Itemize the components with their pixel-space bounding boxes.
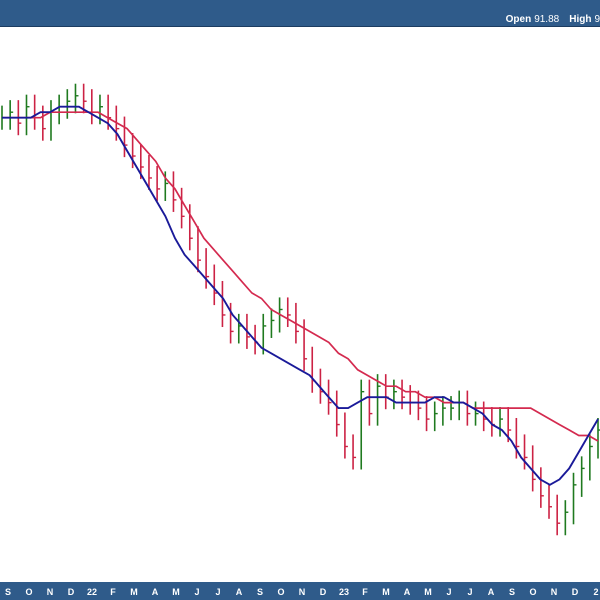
x-tick-label: S xyxy=(509,587,515,597)
price-bar xyxy=(564,500,569,536)
price-bar xyxy=(540,467,544,508)
price-bar xyxy=(66,89,71,119)
price-bar xyxy=(344,412,348,459)
x-tick-label: 2 xyxy=(593,587,598,597)
price-bar xyxy=(450,396,455,421)
x-tick-label: J xyxy=(446,587,451,597)
price-bar xyxy=(221,280,226,328)
x-tick-label: O xyxy=(25,587,32,597)
price-bar xyxy=(50,100,54,141)
price-bar xyxy=(180,187,185,229)
price-bar xyxy=(572,472,577,525)
x-tick-label: M xyxy=(172,587,180,597)
price-bar xyxy=(9,100,14,130)
price-bar xyxy=(335,390,340,437)
price-bar xyxy=(548,483,553,519)
price-bar xyxy=(229,302,234,344)
price-bar xyxy=(156,165,161,201)
price-bar xyxy=(556,494,561,536)
price-bar xyxy=(368,379,373,426)
x-tick-label: J xyxy=(194,587,199,597)
price-bar xyxy=(580,456,585,497)
price-bar xyxy=(393,379,397,410)
price-bar xyxy=(42,105,46,141)
x-tick-label: S xyxy=(5,587,11,597)
x-tick-label: A xyxy=(236,587,243,597)
price-bar xyxy=(91,89,95,125)
price-bar xyxy=(311,346,316,393)
x-tick-label: J xyxy=(215,587,220,597)
price-bar xyxy=(164,171,169,201)
x-tick-label: A xyxy=(404,587,411,597)
x-tick-label: D xyxy=(320,587,327,597)
price-bar xyxy=(213,264,218,306)
price-bar xyxy=(442,396,446,426)
price-bar xyxy=(589,434,593,481)
x-tick-label: D xyxy=(572,587,579,597)
price-bar xyxy=(352,434,357,470)
x-tick-label: N xyxy=(299,587,306,597)
price-bar xyxy=(33,94,38,130)
price-bar xyxy=(466,390,471,426)
x-tick-label: S xyxy=(257,587,263,597)
x-tick-label: A xyxy=(152,587,159,597)
x-tick-label: M xyxy=(382,587,390,597)
price-bar xyxy=(303,319,308,371)
price-chart: S O N D 22 F M A M J J A S O N D 23 F M A M J J A S O N D 2 xyxy=(0,83,600,600)
x-axis: S O N D 22 F M A M J J A S O N D 23 F M A M J J A S O N D 2 xyxy=(5,587,599,597)
price-bar xyxy=(474,401,479,426)
x-tick-label: F xyxy=(362,587,368,597)
x-tick-label: J xyxy=(467,587,472,597)
x-tick-label: O xyxy=(529,587,536,597)
long-moving-average-line xyxy=(2,111,599,442)
x-tick-label: M xyxy=(130,587,138,597)
price-bar xyxy=(74,83,79,114)
price-bar xyxy=(458,390,463,421)
price-bar xyxy=(25,94,30,136)
price-bar xyxy=(237,313,242,344)
price-bar xyxy=(409,385,414,415)
price-bar xyxy=(360,379,365,470)
x-tick-label: O xyxy=(277,587,284,597)
price-bar xyxy=(58,94,63,125)
x-tick-label: 22 xyxy=(87,587,97,597)
price-bar xyxy=(286,297,291,328)
price-bar xyxy=(384,374,389,410)
price-bar xyxy=(188,204,193,251)
x-tick-label: A xyxy=(488,587,495,597)
price-bar xyxy=(270,308,275,338)
x-tick-label: M xyxy=(424,587,432,597)
x-tick-label: F xyxy=(110,587,116,597)
price-bar xyxy=(401,379,406,410)
price-bars xyxy=(1,83,600,536)
x-tick-label: D xyxy=(68,587,75,597)
price-bar xyxy=(319,368,324,404)
x-tick-label: N xyxy=(47,587,54,597)
price-bar xyxy=(433,401,438,432)
chart-root: Open 91.88 High 9 S O N D 22 F M A M J J A S O N D 23 F M A M J J… xyxy=(0,0,600,600)
price-bar xyxy=(531,445,536,492)
x-tick-label: 23 xyxy=(339,587,349,597)
price-bar xyxy=(491,407,495,437)
x-tick-label: N xyxy=(551,587,558,597)
price-bar xyxy=(148,154,152,191)
